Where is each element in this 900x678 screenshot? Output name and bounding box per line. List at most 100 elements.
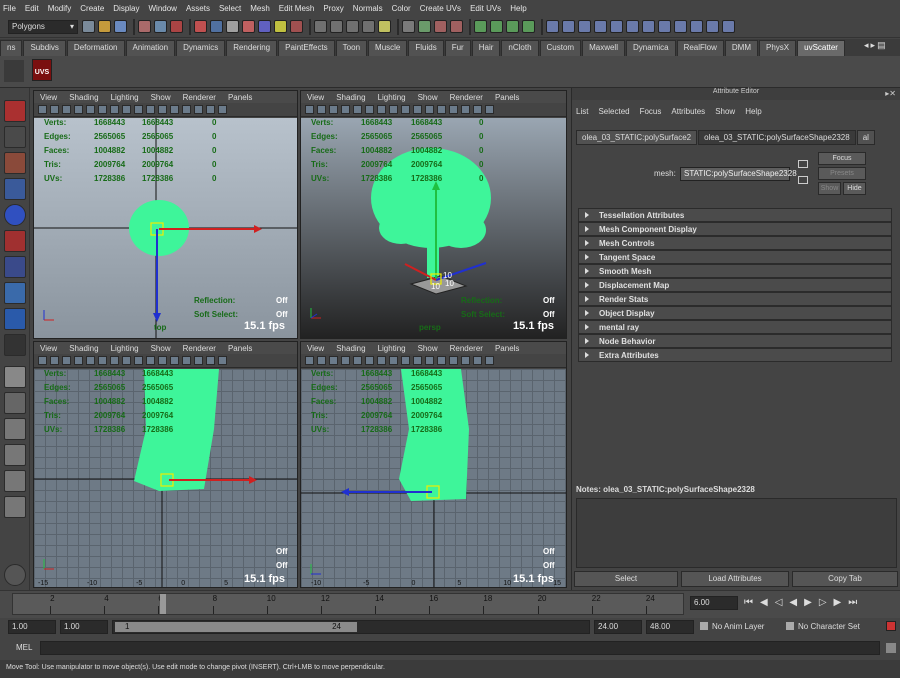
shelf-tab-uvscatter[interactable]: uvScatter <box>797 40 845 56</box>
safe-title-icon[interactable] <box>425 356 434 365</box>
menu-normals[interactable]: Normals <box>353 4 383 13</box>
section-smooth-mesh[interactable]: Smooth Mesh <box>578 264 892 278</box>
panel-layout-icon[interactable] <box>706 20 719 33</box>
shelf-tab-physx[interactable]: PhysX <box>759 40 797 56</box>
panel-layout-icon[interactable] <box>562 20 575 33</box>
shade-wire-icon[interactable] <box>461 356 470 365</box>
texture-icon[interactable] <box>206 356 215 365</box>
menu-edit[interactable]: Edit <box>25 4 39 13</box>
menu-select[interactable]: Select <box>219 4 241 13</box>
shelf-tab-toon[interactable]: Toon <box>335 40 368 56</box>
mode-selector[interactable]: Polygons ▾ <box>8 19 78 34</box>
menu-proxy[interactable]: Proxy <box>323 4 343 13</box>
history-icon[interactable] <box>402 20 415 33</box>
render-icon[interactable] <box>474 20 487 33</box>
camera-attr-icon[interactable] <box>317 356 326 365</box>
viewport-top[interactable]: View Shading Lighting Show Renderer Pane… <box>33 90 298 339</box>
lights-icon[interactable] <box>218 356 227 365</box>
ae-menu-attributes[interactable]: Attributes <box>671 107 705 116</box>
range-slider-handle[interactable]: 1 24 <box>115 622 357 632</box>
lights-icon[interactable] <box>218 105 227 114</box>
safe-title-icon[interactable] <box>158 356 167 365</box>
current-time-field[interactable]: 6.00 <box>690 596 738 610</box>
ipr-render-icon[interactable] <box>490 20 503 33</box>
menu-modify[interactable]: Modify <box>48 4 72 13</box>
panel-layout-icon[interactable] <box>658 20 671 33</box>
viewport-menu-view[interactable]: View <box>307 344 324 353</box>
step-back-icon[interactable]: ◀ <box>760 597 768 608</box>
image-plane-icon[interactable] <box>74 105 83 114</box>
menu-mesh[interactable]: Mesh <box>250 4 270 13</box>
viewport-menu-shading[interactable]: Shading <box>69 93 98 102</box>
ae-menu-selected[interactable]: Selected <box>598 107 629 116</box>
gate-mask-icon[interactable] <box>122 356 131 365</box>
menu-help[interactable]: Help <box>510 4 526 13</box>
viewport-side[interactable]: View Shading Lighting Show Renderer Pane… <box>33 341 298 588</box>
grid-icon[interactable] <box>86 105 95 114</box>
select-object-icon[interactable] <box>154 20 167 33</box>
section-mesh-controls[interactable]: Mesh Controls <box>578 236 892 250</box>
viewport-menu-panels[interactable]: Panels <box>495 344 519 353</box>
menu-icon[interactable]: ▤ <box>877 40 886 55</box>
presets-button[interactable]: Presets <box>818 167 866 180</box>
viewport-scene[interactable]: Verts: Edges: Faces: Tris: UVs: 1668443 … <box>301 369 566 587</box>
field-chart-icon[interactable] <box>134 356 143 365</box>
ae-tab-transform[interactable]: olea_03_STATIC:polySurface2 <box>576 130 698 145</box>
go-to-start-icon[interactable]: ⏮ <box>744 597 753 608</box>
focus-button[interactable]: Focus <box>818 152 866 165</box>
viewport-front[interactable]: View Shading Lighting Show Renderer Pane… <box>300 341 567 588</box>
shelf-tab-dmm[interactable]: DMM <box>724 40 759 56</box>
layout-single-icon[interactable] <box>4 366 26 388</box>
film-gate-icon[interactable] <box>98 105 107 114</box>
section-tessellation[interactable]: Tessellation Attributes <box>578 208 892 222</box>
viewport-menu-renderer[interactable]: Renderer <box>450 344 483 353</box>
panel-layout-icon[interactable] <box>722 20 735 33</box>
animation-end-field[interactable]: 48.00 <box>646 620 694 634</box>
go-to-end-icon[interactable]: ⏭ <box>848 597 857 608</box>
step-back-key-icon[interactable]: ◁ <box>775 597 783 608</box>
lights-icon[interactable] <box>485 105 494 114</box>
viewport-menu-show[interactable]: Show <box>418 344 438 353</box>
wireframe-icon[interactable] <box>437 105 446 114</box>
ae-menu-help[interactable]: Help <box>745 107 761 116</box>
viewport-menu-shading[interactable]: Shading <box>336 344 365 353</box>
hypershade-icon[interactable] <box>522 20 535 33</box>
texture-icon[interactable] <box>473 105 482 114</box>
render-settings-icon[interactable] <box>506 20 519 33</box>
time-slider[interactable]: 24681012141618202224 6.00 ⏮ ◀ ◁ ◀ ▶ ▷ ▶ … <box>0 590 900 618</box>
bookmark-icon[interactable] <box>329 105 338 114</box>
viewport-scene[interactable]: 10 10 10 Verts: Edges: Faces: Tris: UVs:… <box>301 118 566 338</box>
move-tool-icon[interactable] <box>4 178 26 200</box>
section-mesh-component-display[interactable]: Mesh Component Display <box>578 222 892 236</box>
menu-color[interactable]: Color <box>392 4 411 13</box>
mask-icon[interactable] <box>274 20 287 33</box>
smooth-shade-icon[interactable] <box>449 356 458 365</box>
bookmark-icon[interactable] <box>329 356 338 365</box>
film-gate-icon[interactable] <box>98 356 107 365</box>
select-component-icon[interactable] <box>170 20 183 33</box>
viewport-persp[interactable]: View Shading Lighting Show Renderer Pane… <box>300 90 567 339</box>
section-object-display[interactable]: Object Display <box>578 306 892 320</box>
shelf-tab-muscle[interactable]: Muscle <box>368 40 408 56</box>
camera-icon[interactable] <box>305 105 314 114</box>
playback-start-field[interactable]: 1.00 <box>60 620 108 634</box>
viewport-menu-renderer[interactable]: Renderer <box>183 344 216 353</box>
safe-title-icon[interactable] <box>425 105 434 114</box>
shelf-tab-maxwell[interactable]: Maxwell <box>582 40 625 56</box>
panel-layout-icon[interactable] <box>642 20 655 33</box>
viewport-menu-renderer[interactable]: Renderer <box>450 93 483 102</box>
viewport-menu-show[interactable]: Show <box>151 344 171 353</box>
show-button[interactable]: Show <box>818 182 841 195</box>
wireframe-icon[interactable] <box>170 105 179 114</box>
viewport-menu-view[interactable]: View <box>40 344 57 353</box>
step-forward-key-icon[interactable]: ▷ <box>819 597 827 608</box>
shelf-tab-subdivs[interactable]: Subdivs <box>23 40 66 56</box>
safe-action-icon[interactable] <box>146 356 155 365</box>
menu-create-uvs[interactable]: Create UVs <box>420 4 461 13</box>
anim-layer-label[interactable]: No Anim Layer <box>712 622 764 631</box>
viewport-scene[interactable]: Verts: Edges: Faces: Tris: UVs: 1668443 … <box>34 369 297 587</box>
camera-attr-icon[interactable] <box>50 105 59 114</box>
resolution-gate-icon[interactable] <box>110 356 119 365</box>
section-tangent-space[interactable]: Tangent Space <box>578 250 892 264</box>
shelf-tab-deformation[interactable]: Deformation <box>66 40 125 56</box>
